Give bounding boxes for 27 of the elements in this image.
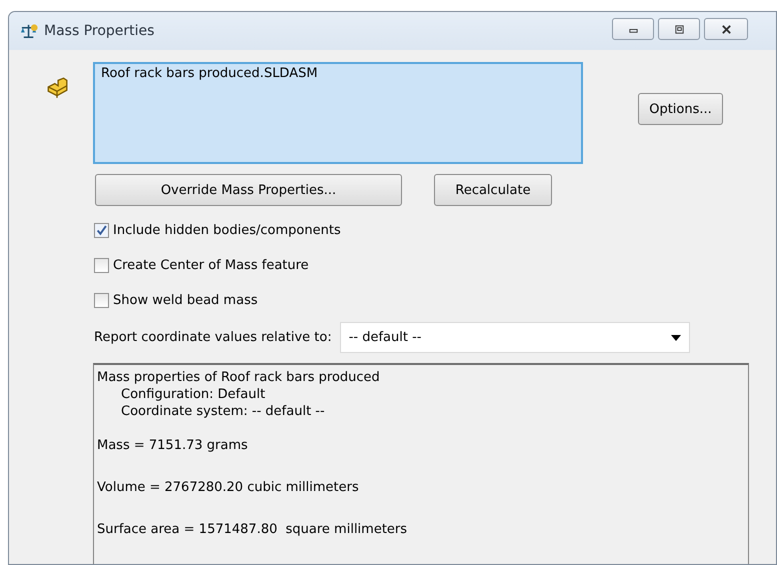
list-item[interactable]: Roof rack bars produced.SLDASM — [101, 66, 575, 81]
scale-icon — [20, 22, 39, 40]
result-line: Volume = 2767280.20 cubic millimeters — [97, 479, 360, 496]
checkbox-label: Show weld bead mass — [113, 293, 258, 308]
result-line: Coordinate system: -- default -- — [120, 403, 326, 420]
report-label: Report coordinate values relative to: — [94, 330, 332, 345]
checkbox[interactable] — [94, 223, 109, 238]
result-line: Configuration: Default — [120, 386, 266, 403]
result-line: Mass properties of Roof rack bars produced — [97, 369, 381, 386]
close-icon — [720, 24, 732, 34]
selection-list[interactable]: Roof rack bars produced.SLDASM — [93, 62, 583, 164]
checkbox[interactable] — [94, 293, 109, 308]
caret-icon — [670, 334, 681, 340]
checkbox[interactable] — [94, 258, 109, 273]
coordinate-dropdown[interactable]: -- default -- — [340, 322, 690, 353]
result-line: Surface area = 1571487.80 square millimeters — [97, 521, 408, 538]
options-button[interactable]: Options... — [638, 93, 723, 125]
part-icon — [45, 76, 69, 100]
result-line: Mass = 7151.73 grams — [97, 437, 249, 454]
window-title: Mass Properties — [44, 23, 156, 39]
maximize-button[interactable] — [658, 18, 700, 40]
maximize-icon — [674, 24, 684, 34]
recalculate-button[interactable]: Recalculate — [434, 174, 552, 206]
override-button[interactable]: Override Mass Properties... — [95, 174, 402, 206]
close-button[interactable] — [704, 18, 748, 40]
checkbox-label: Include hidden bodies/components — [113, 223, 341, 238]
checkbox-label: Create Center of Mass feature — [113, 258, 309, 273]
